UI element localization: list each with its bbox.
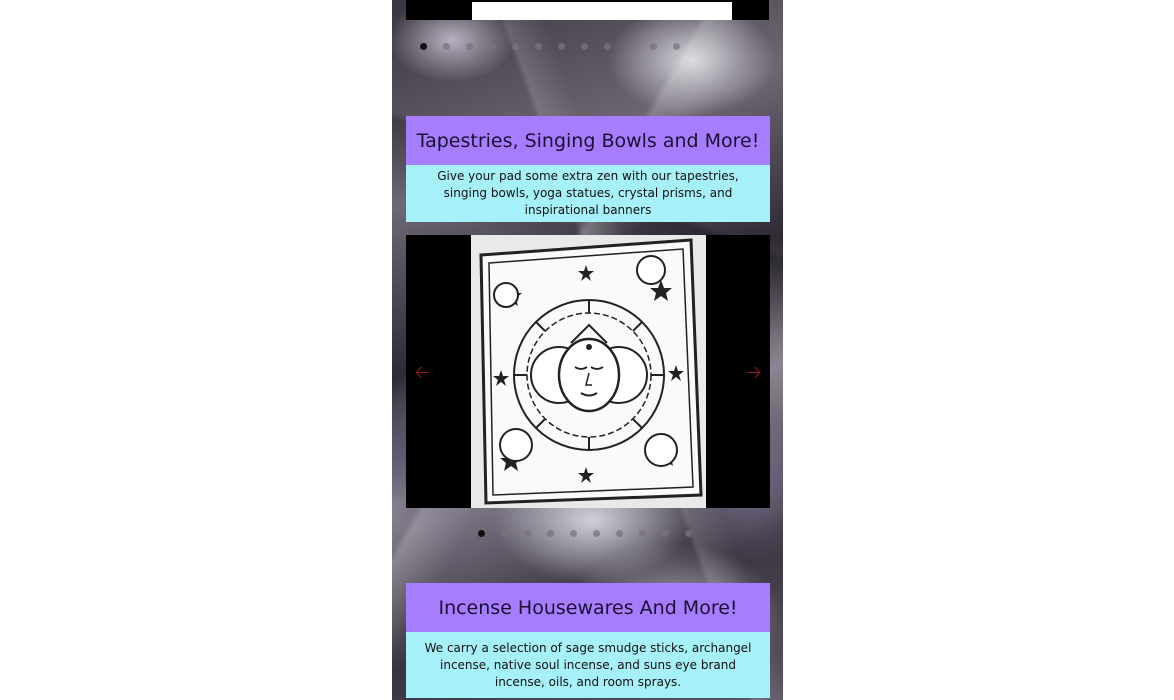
carousel-dot[interactable]: [466, 43, 473, 50]
mobile-page: Tapestries, Singing Bowls and More! Give…: [392, 0, 783, 700]
sun-moon-tapestry-image: [471, 235, 706, 508]
carousel-dot[interactable]: [512, 43, 519, 50]
carousel-dot[interactable]: [604, 43, 611, 50]
carousel-dot[interactable]: [650, 43, 657, 50]
top-slide-strip: [406, 0, 769, 20]
carousel-dot[interactable]: [662, 530, 669, 537]
tapestry-image: [471, 235, 706, 508]
section-title: Incense Housewares And More!: [406, 583, 770, 632]
section-title: Tapestries, Singing Bowls and More!: [406, 116, 770, 165]
carousel-dot[interactable]: [478, 530, 485, 537]
carousel-dot[interactable]: [616, 530, 623, 537]
top-carousel-dots: [420, 43, 680, 50]
carousel-dot[interactable]: [524, 530, 531, 537]
product-carousel[interactable]: 🡠 🡢: [406, 235, 770, 508]
carousel-dot[interactable]: [570, 530, 577, 537]
arrow-right-icon[interactable]: 🡢: [744, 362, 764, 382]
carousel-dot[interactable]: [420, 43, 427, 50]
carousel-dots: [478, 530, 692, 537]
carousel-dot[interactable]: [443, 43, 450, 50]
carousel-dot[interactable]: [673, 43, 680, 50]
carousel-dot[interactable]: [593, 530, 600, 537]
carousel-dot[interactable]: [501, 530, 508, 537]
carousel-dot[interactable]: [535, 43, 542, 50]
carousel-dot[interactable]: [685, 530, 692, 537]
carousel-dot[interactable]: [558, 43, 565, 50]
carousel-dot[interactable]: [581, 43, 588, 50]
section-description: Give your pad some extra zen with our ta…: [406, 165, 770, 222]
carousel-dot[interactable]: [639, 530, 646, 537]
carousel-dot[interactable]: [547, 530, 554, 537]
section-description: We carry a selection of sage smudge stic…: [406, 632, 770, 698]
carousel-dot[interactable]: [489, 43, 496, 50]
top-slide-image: [472, 2, 732, 20]
arrow-left-icon[interactable]: 🡠: [412, 362, 432, 382]
carousel-dot[interactable]: [627, 43, 634, 50]
